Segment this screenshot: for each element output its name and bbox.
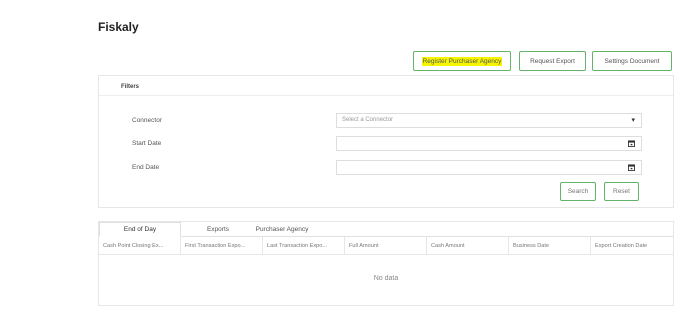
page-title: Fiskaly <box>98 20 139 34</box>
end-date-label: End Date <box>132 164 160 171</box>
search-button[interactable]: Search <box>560 182 596 201</box>
tab-purchaser-agency[interactable]: Purchaser Agency <box>247 222 317 237</box>
column-header[interactable]: First Transaction Expo... <box>181 237 263 255</box>
column-header[interactable]: Cash Point Closing Ex... <box>99 237 181 255</box>
register-purchaser-agency-label: Register Purchaser Agency <box>421 56 503 66</box>
empty-state: No data <box>373 275 399 282</box>
connector-placeholder: Select a Connector <box>342 117 394 123</box>
settings-document-button[interactable]: Settings Document <box>592 51 672 71</box>
column-header[interactable]: Business Date <box>509 237 591 255</box>
column-header[interactable]: Cash Amount <box>427 237 509 255</box>
filters-card: Filters Connector Select a Connector ▾ S… <box>98 75 674 208</box>
tab-bar: End of Day Exports Purchaser Agency <box>99 222 673 237</box>
request-export-button[interactable]: Request Export <box>519 51 586 71</box>
column-header[interactable]: Full Amount <box>345 237 427 255</box>
tab-exports[interactable]: Exports <box>193 222 243 237</box>
chevron-down-icon: ▾ <box>631 117 635 124</box>
column-header[interactable]: Last Transaction Expo... <box>263 237 345 255</box>
results-card: End of Day Exports Purchaser Agency Cash… <box>98 221 674 306</box>
calendar-icon[interactable] <box>628 161 635 176</box>
connector-label: Connector <box>132 117 162 124</box>
start-date-input[interactable] <box>336 136 642 151</box>
filters-divider <box>99 95 673 96</box>
filters-title: Filters <box>121 84 140 90</box>
column-header[interactable]: Export Creation Date <box>591 237 673 255</box>
tab-end-of-day[interactable]: End of Day <box>99 222 181 237</box>
register-purchaser-agency-button[interactable]: Register Purchaser Agency <box>413 51 511 71</box>
connector-select[interactable]: Select a Connector ▾ <box>336 113 642 128</box>
end-date-input[interactable] <box>336 160 642 175</box>
reset-button[interactable]: Reset <box>604 182 639 201</box>
calendar-icon[interactable] <box>628 137 635 152</box>
start-date-label: Start Date <box>132 140 162 147</box>
